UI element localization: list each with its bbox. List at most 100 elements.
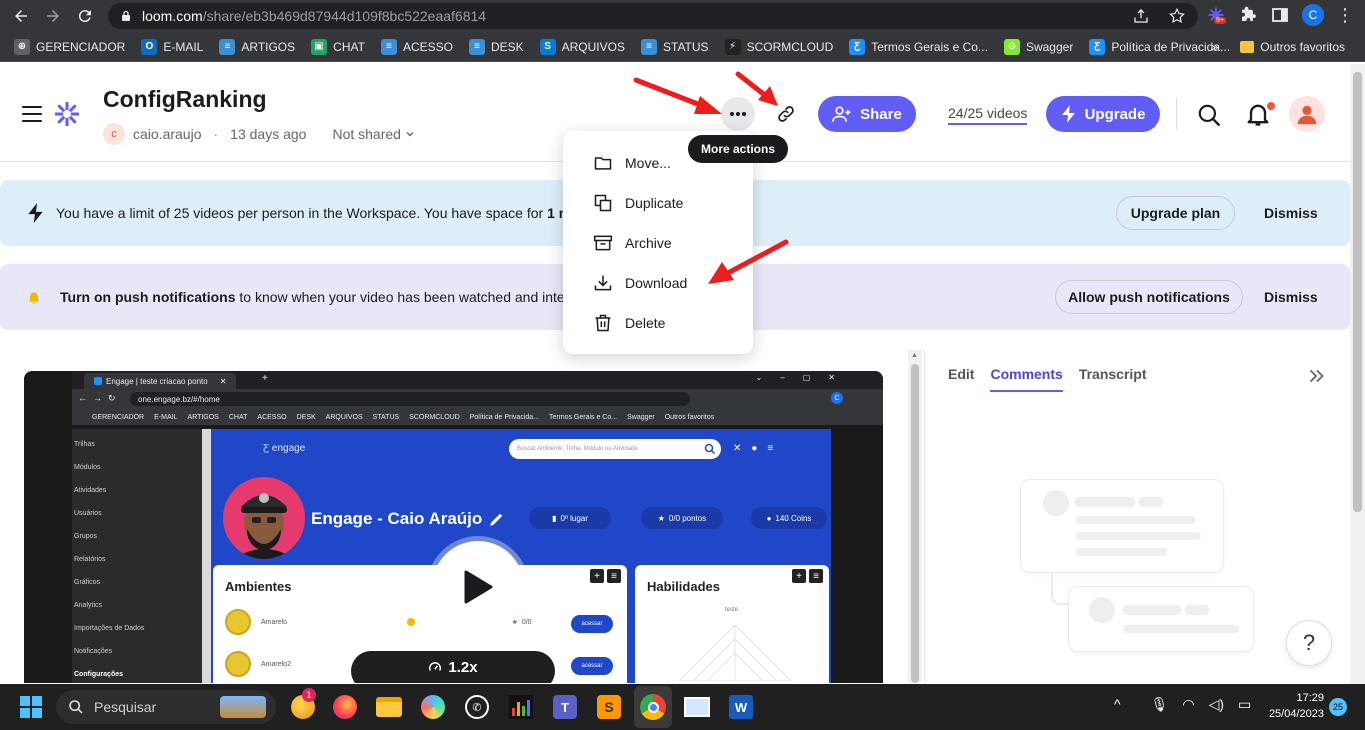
search-icon[interactable] xyxy=(1196,102,1222,128)
visibility-dropdown[interactable]: Not shared xyxy=(332,126,414,142)
bookmarks-bar: ⊕ GERENCIADOR O E-MAIL ≡ ARTIGOS ▣ CHAT ≡ ACESSO ≡… xyxy=(0,32,1365,62)
upgrade-plan-button[interactable]: Upgrade plan xyxy=(1116,196,1235,230)
video-player[interactable]: Engage | teste criacao ponto ✕ + ⌄–▢✕ ←→↻… xyxy=(24,371,883,683)
content-scrollbar-thumb[interactable] xyxy=(911,364,919,683)
bookmark-item[interactable]: ≡ ACESSO xyxy=(380,38,453,55)
inner-profile-avatar: C xyxy=(831,392,843,404)
playback-speed-button[interactable]: 1.2x xyxy=(351,651,555,683)
bookmark-item[interactable]: ⚡ SCORMCLOUD xyxy=(724,38,833,55)
audio-app-icon[interactable] xyxy=(506,692,536,722)
bookmark-item[interactable]: ≡ ARTIGOS xyxy=(219,38,295,55)
card-tools: + ≡ xyxy=(792,569,823,583)
other-bookmarks-label: Outros favoritos xyxy=(1260,40,1345,54)
sublime-text-icon[interactable]: S xyxy=(594,692,624,722)
side-panel-icon[interactable] xyxy=(1270,5,1290,25)
inner-bookmark: ARQUIVOS xyxy=(325,413,363,421)
annotation-arrow-icon xyxy=(708,239,789,284)
bookmark-favicon-icon: O xyxy=(141,38,158,55)
extension-icon[interactable]: 9+ xyxy=(1206,5,1226,25)
video-title[interactable]: ConfigRanking xyxy=(103,86,267,113)
inner-bookmark: STATUS xyxy=(372,413,400,421)
tab-transcript[interactable]: Transcript xyxy=(1079,366,1147,392)
chevrons-right-icon[interactable] xyxy=(1306,365,1328,387)
inner-header-icons: ✕●≡ xyxy=(733,443,784,454)
taskbar-search[interactable]: Pesquisar xyxy=(56,690,276,724)
owner-name[interactable]: caio.araujo xyxy=(133,126,202,142)
bookmark-favicon-icon: ▣ xyxy=(311,38,328,55)
inner-new-tab-icon: + xyxy=(262,373,268,384)
file-explorer-icon[interactable] xyxy=(374,692,404,722)
bookmark-item[interactable]: ⊕ GERENCIADOR xyxy=(14,38,125,55)
videos-count[interactable]: 24/25 videos xyxy=(948,105,1028,125)
ambiente-icon xyxy=(225,651,251,677)
profile-avatar[interactable]: C xyxy=(1302,4,1324,26)
bookmarks-more-button[interactable]: » xyxy=(1212,40,1219,54)
ambiente-name: Amarelo xyxy=(261,618,288,626)
hamburger-menu-icon[interactable] xyxy=(22,106,42,122)
volume-icon[interactable]: ◁) xyxy=(1209,696,1224,713)
teams-icon[interactable]: T xyxy=(550,692,580,722)
menu-label: Move... xyxy=(625,155,671,171)
dismiss-limit-button[interactable]: Dismiss xyxy=(1264,205,1318,221)
bookmark-item[interactable]: S ARQUIVOS xyxy=(539,38,625,55)
photos-icon[interactable] xyxy=(682,692,712,722)
bookmark-item[interactable]: Ƹ Política de Privacida... xyxy=(1089,38,1230,55)
inner-sidebar-item: Grupos xyxy=(74,533,97,540)
firefox-icon[interactable] xyxy=(330,692,360,722)
share-button[interactable]: Share xyxy=(818,96,916,132)
microphone-icon[interactable]: 🎙 xyxy=(1151,696,1169,713)
bookmark-favicon-icon: ⚡ xyxy=(724,38,741,55)
chrome-icon[interactable] xyxy=(638,692,668,722)
user-avatar[interactable] xyxy=(1289,96,1325,132)
page-scrollbar[interactable] xyxy=(1350,64,1365,684)
reload-button[interactable] xyxy=(70,1,100,31)
bookmark-item[interactable]: Ƹ Termos Gerais e Co... xyxy=(849,38,988,55)
play-button[interactable] xyxy=(432,541,524,633)
allow-push-button[interactable]: Allow push notifications xyxy=(1055,280,1243,314)
page-scrollbar-thumb[interactable] xyxy=(1353,72,1362,512)
other-bookmarks-folder[interactable]: Outros favoritos xyxy=(1240,40,1345,54)
upgrade-button[interactable]: Upgrade xyxy=(1046,96,1160,132)
tab-edit[interactable]: Edit xyxy=(948,366,974,392)
puzzle-icon[interactable] xyxy=(1238,5,1258,25)
share-page-icon[interactable] xyxy=(1132,7,1150,25)
word-icon[interactable]: W xyxy=(726,692,756,722)
inner-sidebar-item: Gráficos xyxy=(74,579,101,586)
paint-icon[interactable] xyxy=(418,692,448,722)
forward-button[interactable] xyxy=(38,1,68,31)
bookmark-label: ACESSO xyxy=(402,39,453,54)
windows-taskbar: Pesquisar 1 ✆ T S W ^ 🎙 ◠ ◁) ▭ 17:29 25/… xyxy=(0,684,1365,730)
help-button[interactable]: ? xyxy=(1286,620,1332,666)
taskbar-clock[interactable]: 17:29 25/04/2023 xyxy=(1264,690,1324,722)
back-button[interactable] xyxy=(6,1,36,31)
bookmark-favicon-icon: S xyxy=(539,38,556,55)
menu-item-delete[interactable]: Delete xyxy=(563,303,753,343)
whatsapp-icon[interactable]: ✆ xyxy=(462,692,492,722)
wifi-icon[interactable]: ◠ xyxy=(1182,696,1194,713)
bookmark-item[interactable]: ⊙ Swagger xyxy=(1003,38,1073,55)
star-icon[interactable] xyxy=(1168,7,1186,25)
inner-sidebar-item: Importações de Dados xyxy=(74,625,145,632)
dismiss-push-button[interactable]: Dismiss xyxy=(1264,289,1318,305)
tab-comments[interactable]: Comments xyxy=(990,366,1063,392)
comments-placeholder-card xyxy=(1020,479,1224,573)
battery-icon[interactable]: ▭ xyxy=(1238,696,1251,713)
weather-widget-icon[interactable]: 1 xyxy=(288,688,318,722)
inner-search-icon xyxy=(704,443,716,455)
windows-start-icon[interactable] xyxy=(20,696,42,718)
video-age: 13 days ago xyxy=(230,126,307,142)
menu-item-duplicate[interactable]: Duplicate xyxy=(563,183,753,223)
loom-logo-icon[interactable] xyxy=(55,102,79,126)
bookmark-item[interactable]: ▣ CHAT xyxy=(311,38,365,55)
system-tray[interactable]: ^ 🎙 ◠ ◁) ▭ xyxy=(1114,696,1251,713)
bookmark-item[interactable]: O E-MAIL xyxy=(141,38,203,55)
notification-count-badge[interactable]: 25 xyxy=(1329,698,1347,716)
bookmark-item[interactable]: ≡ STATUS xyxy=(641,38,709,55)
bookmark-item[interactable]: ≡ DESK xyxy=(468,38,524,55)
inner-bookmark: DESK xyxy=(296,413,316,421)
content-scrollbar[interactable]: ▲ xyxy=(908,350,922,683)
bookmark-label: ARQUIVOS xyxy=(561,39,625,54)
chevron-up-icon[interactable]: ^ xyxy=(1114,696,1121,713)
browser-menu-icon[interactable]: ⋮ xyxy=(1336,5,1354,26)
address-bar[interactable]: loom.com/share/eb3b469d87944d109f8bc522e… xyxy=(108,3,1198,29)
